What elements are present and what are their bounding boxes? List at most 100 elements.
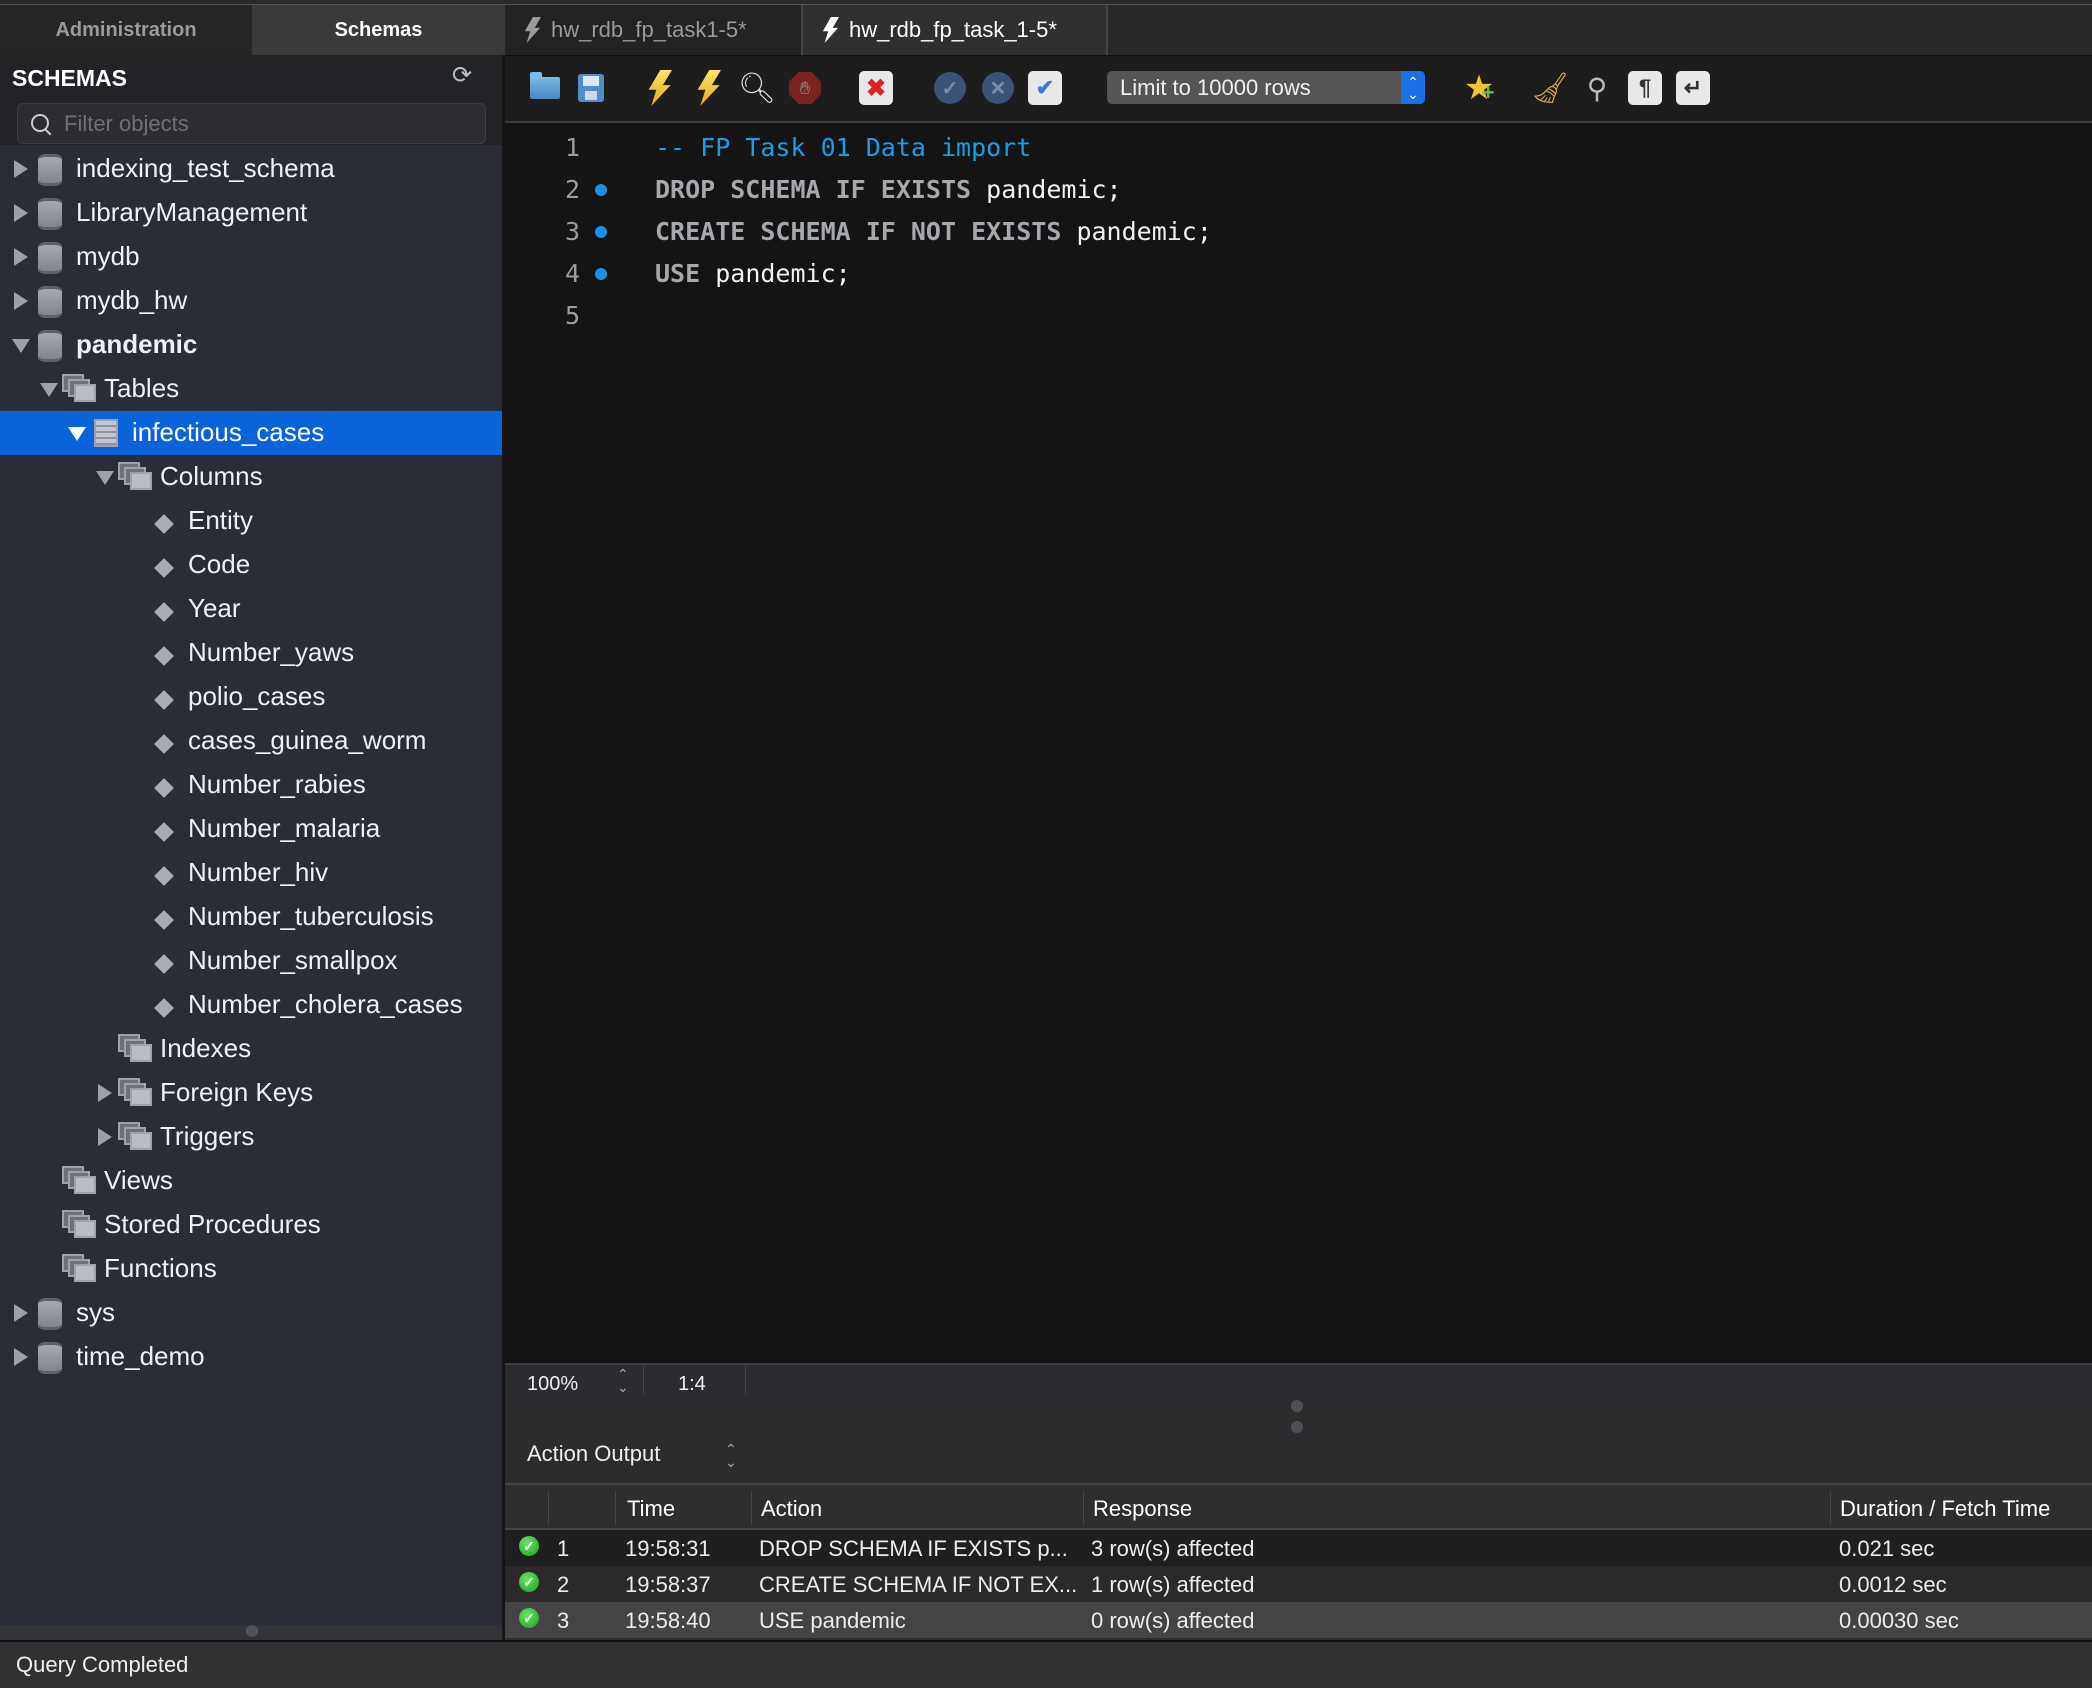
disclosure-collapsed-icon[interactable] bbox=[14, 160, 28, 178]
tree-item-triggers[interactable]: Triggers bbox=[0, 1115, 502, 1159]
disclosure-collapsed-icon[interactable] bbox=[98, 1128, 112, 1146]
add-snippet-button[interactable]: ★ + bbox=[1460, 69, 1498, 107]
commit-button[interactable]: ✓ bbox=[931, 69, 969, 107]
execute-button[interactable] bbox=[640, 69, 678, 107]
filter-objects-input[interactable] bbox=[64, 110, 464, 137]
status-bar: Query Completed bbox=[0, 1640, 2092, 1688]
tree-item-polio-cases[interactable]: polio_cases bbox=[0, 675, 502, 719]
column-header-response[interactable]: Response bbox=[1093, 1496, 1192, 1522]
tree-item-indexes[interactable]: Indexes bbox=[0, 1027, 502, 1071]
tree-item-entity[interactable]: Entity bbox=[0, 499, 502, 543]
open-file-button[interactable] bbox=[526, 69, 564, 107]
code-line[interactable]: CREATE SCHEMA IF NOT EXISTS pandemic; bbox=[655, 217, 1212, 246]
output-type-select[interactable]: Action Output bbox=[527, 1441, 660, 1467]
tree-item-number-tuberculosis[interactable]: Number_tuberculosis bbox=[0, 895, 502, 939]
autocommit-button[interactable]: ✔ bbox=[1026, 69, 1064, 107]
tree-item-stored-procedures[interactable]: Stored Procedures bbox=[0, 1203, 502, 1247]
execute-current-button[interactable] bbox=[689, 69, 727, 107]
disclosure-collapsed-icon[interactable] bbox=[14, 292, 28, 310]
invisible-chars-button[interactable]: ¶ bbox=[1626, 69, 1664, 107]
database-icon bbox=[38, 242, 62, 274]
sidebar-resize-handle[interactable] bbox=[246, 1625, 258, 1637]
column-header-duration[interactable]: Duration / Fetch Time bbox=[1840, 1496, 2050, 1522]
tree-item-year[interactable]: Year bbox=[0, 587, 502, 631]
tree-item-label: pandemic bbox=[76, 329, 198, 359]
tree-item-cases-guinea-worm[interactable]: cases_guinea_worm bbox=[0, 719, 502, 763]
wrap-lines-button[interactable]: ↵ bbox=[1674, 69, 1712, 107]
code-line[interactable]: DROP SCHEMA IF EXISTS pandemic; bbox=[655, 175, 1122, 204]
tree-item-time-demo[interactable]: time_demo bbox=[0, 1335, 502, 1379]
limit-rows-select[interactable]: Limit to 10000 rows ⌃ ⌄ bbox=[1107, 71, 1425, 104]
tree-item-label: polio_cases bbox=[188, 681, 326, 711]
tree-item-librarymanagement[interactable]: LibraryManagement bbox=[0, 191, 502, 235]
tree-item-foreign-keys[interactable]: Foreign Keys bbox=[0, 1071, 502, 1115]
tree-item-label: sys bbox=[76, 1297, 115, 1327]
tree-item-label: Indexes bbox=[160, 1033, 252, 1063]
column-header-action[interactable]: Action bbox=[761, 1496, 822, 1522]
disclosure-collapsed-icon[interactable] bbox=[14, 1304, 28, 1322]
output-row[interactable]: ✓ 3 19:58:40 USE pandemic 0 row(s) affected 0… bbox=[505, 1602, 2092, 1638]
tree-item-mydb[interactable]: mydb bbox=[0, 235, 502, 279]
tree-item-pandemic[interactable]: pandemic bbox=[0, 323, 502, 367]
splitter-handle[interactable] bbox=[1291, 1400, 1303, 1442]
cell-num: 2 bbox=[557, 1572, 570, 1597]
disclosure-collapsed-icon[interactable] bbox=[14, 248, 28, 266]
column-icon bbox=[154, 734, 174, 754]
refresh-icon[interactable]: ⟳ bbox=[452, 61, 472, 90]
explain-button[interactable]: 🔍︎ bbox=[738, 69, 776, 107]
cell-time: 19:58:37 bbox=[625, 1572, 711, 1597]
tree-item-infectious-cases[interactable]: infectious_cases bbox=[0, 411, 502, 455]
find-button[interactable]: ⚲ bbox=[1578, 69, 1616, 107]
column-icon bbox=[154, 778, 174, 798]
tree-item-number-cholera-cases[interactable]: Number_cholera_cases bbox=[0, 983, 502, 1027]
editor-status-bar: 100% ⌃ ⌄ 1:4 bbox=[505, 1363, 2092, 1405]
table-icon bbox=[94, 419, 118, 447]
rollback-button[interactable]: ✕ bbox=[979, 69, 1017, 107]
tree-item-views[interactable]: Views bbox=[0, 1159, 502, 1203]
tree-item-number-smallpox[interactable]: Number_smallpox bbox=[0, 939, 502, 983]
disclosure-collapsed-icon[interactable] bbox=[14, 204, 28, 222]
tree-item-sys[interactable]: sys bbox=[0, 1291, 502, 1335]
tree-item-number-hiv[interactable]: Number_hiv bbox=[0, 851, 502, 895]
disclosure-expanded-icon[interactable] bbox=[96, 471, 114, 485]
tree-item-label: cases_guinea_worm bbox=[188, 725, 427, 755]
editor-tab-active[interactable]: hw_rdb_fp_task_1-5* bbox=[803, 5, 1108, 55]
code-line[interactable]: USE pandemic; bbox=[655, 259, 851, 288]
stop-on-error-button[interactable]: ✖ bbox=[857, 69, 895, 107]
filter-objects-field[interactable] bbox=[17, 103, 486, 144]
tree-item-number-yaws[interactable]: Number_yaws bbox=[0, 631, 502, 675]
disclosure-collapsed-icon[interactable] bbox=[98, 1084, 112, 1102]
tree-item-indexing-test-schema[interactable]: indexing_test_schema bbox=[0, 147, 502, 191]
schema-navigator: SCHEMAS ⟳ indexing_test_schema LibraryMan… bbox=[0, 55, 505, 1640]
save-button[interactable] bbox=[572, 69, 610, 107]
disclosure-collapsed-icon[interactable] bbox=[14, 1348, 28, 1366]
tree-item-code[interactable]: Code bbox=[0, 543, 502, 587]
editor-tab[interactable]: hw_rdb_fp_task1-5* bbox=[505, 5, 803, 55]
line-number: 4 bbox=[564, 259, 580, 288]
cell-action: DROP SCHEMA IF EXISTS p... bbox=[759, 1536, 1068, 1561]
tab-schemas[interactable]: Schemas bbox=[253, 5, 505, 55]
tree-item-number-malaria[interactable]: Number_malaria bbox=[0, 807, 502, 851]
tree-item-mydb-hw[interactable]: mydb_hw bbox=[0, 279, 502, 323]
output-row[interactable]: ✓ 1 19:58:31 DROP SCHEMA IF EXISTS p... 3 ro… bbox=[505, 1530, 2092, 1566]
tree-item-label: Number_rabies bbox=[188, 769, 366, 799]
tree-item-label: infectious_cases bbox=[132, 417, 325, 447]
column-header-time[interactable]: Time bbox=[627, 1496, 675, 1522]
output-row[interactable]: ✓ 2 19:58:37 CREATE SCHEMA IF NOT EX... 1 ro… bbox=[505, 1566, 2092, 1602]
disclosure-expanded-icon[interactable] bbox=[68, 427, 86, 441]
beautify-button[interactable]: 🧹︎ bbox=[1531, 69, 1569, 107]
tree-item-columns[interactable]: Columns bbox=[0, 455, 502, 499]
sql-editor[interactable]: 1 -- FP Task 01 Data import 2 DROP SCHEMA I… bbox=[505, 123, 2092, 1363]
tree-item-tables[interactable]: Tables bbox=[0, 367, 502, 411]
zoom-stepper[interactable]: ⌃ ⌄ bbox=[617, 1367, 629, 1394]
tab-administration[interactable]: Administration bbox=[0, 5, 253, 55]
tree-item-number-rabies[interactable]: Number_rabies bbox=[0, 763, 502, 807]
disclosure-expanded-icon[interactable] bbox=[12, 339, 30, 353]
disclosure-expanded-icon[interactable] bbox=[40, 383, 58, 397]
stop-button[interactable]: ✋︎ bbox=[786, 69, 824, 107]
code-line[interactable]: -- FP Task 01 Data import bbox=[655, 133, 1031, 162]
tree-item-label: Number_smallpox bbox=[188, 945, 398, 975]
chevron-updown-icon[interactable]: ⌃ ⌄ bbox=[725, 1442, 737, 1469]
autocommit-icon: ✔ bbox=[1028, 71, 1062, 105]
tree-item-functions[interactable]: Functions bbox=[0, 1247, 502, 1291]
